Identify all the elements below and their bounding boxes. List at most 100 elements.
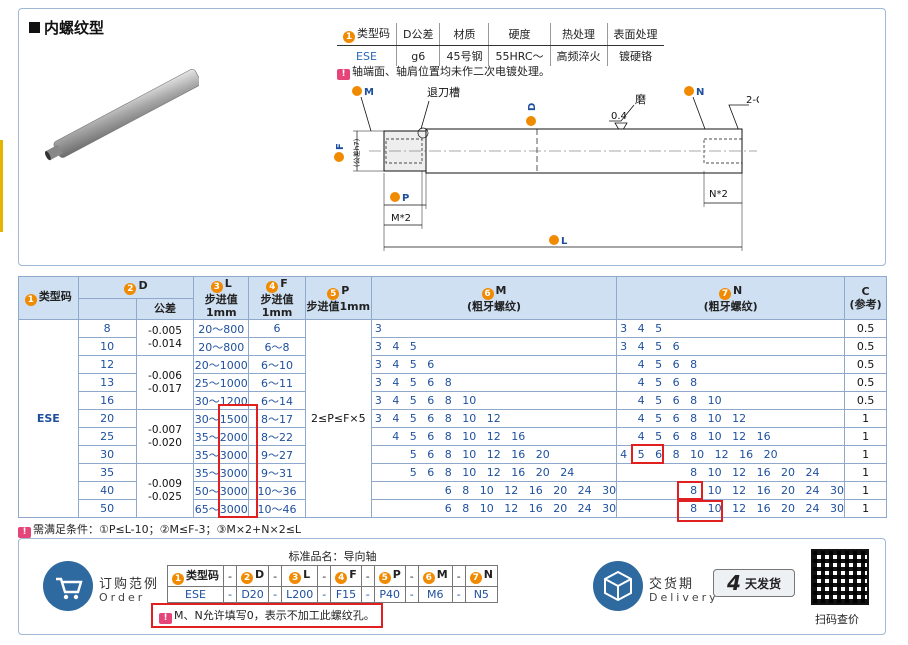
label-m2: M*2: [391, 213, 411, 224]
example-value: P40: [373, 586, 406, 603]
header-f: 4 F 步进值1mm: [248, 276, 306, 320]
table-row: 20 -0.007 -0.020 30～1500 8～17 3 4 5 6 8 10 12…: [19, 409, 887, 464]
cell-l: 20～800: [193, 319, 250, 338]
cell-c: 1: [844, 481, 887, 500]
tolerance-upper: -0.005: [148, 324, 182, 337]
cell-m: 5 6 8 10 12 16 20: [370, 445, 618, 464]
cell-c: 0.5: [844, 337, 887, 356]
cell-c: 1: [844, 427, 887, 446]
cell-d: 30: [77, 445, 137, 464]
spec-header-material: 材质: [439, 23, 489, 46]
cell-m: 3 4 5 6 8 10: [370, 391, 618, 410]
spec-table: 1 类型码 D公差 材质 硬度 热处理 表面处理 ESE g6 45号钢 55HR…: [337, 23, 664, 66]
cell-f: 6～11: [248, 373, 306, 392]
example-header: -: [360, 565, 375, 587]
cell-l: 35～2000: [193, 427, 250, 446]
example-header: 7N: [464, 565, 498, 587]
example-header: 5P: [373, 565, 406, 587]
cell-f: 6: [248, 319, 306, 338]
cell-p-rule: 2≤P≤F×5: [304, 319, 372, 518]
header-l: 3 L 步进值1mm: [193, 276, 250, 320]
header-p: 5 P 步进值1mm: [304, 276, 372, 320]
cell-f: 8～17: [248, 409, 306, 428]
label-f: F: [334, 143, 346, 162]
cell-f: 8～22: [248, 427, 306, 446]
order-section: 订购范例 Order 标准品名：导向轴 1 类型码 -2 D -3 L -4 F -5 P -6 M -…: [18, 538, 886, 635]
cell-c: 0.5: [844, 373, 887, 392]
svg-text:L: L: [561, 236, 568, 247]
cell-c: 0.5: [844, 319, 887, 338]
technical-drawing: M 退刀槽 D 0.4 磨 N 2-C F (公差h7) P: [334, 86, 759, 251]
cell-m: 6 8 10 12 16 20 24 30: [370, 481, 618, 500]
conditions-note: ! 需满足条件：①P≤L-10；②M≤F-3；③M×2+N×2≤L: [18, 521, 301, 538]
example-value: -: [360, 586, 375, 603]
label-f-note: (公差h7): [352, 138, 361, 167]
cell-f: 6～10: [248, 355, 306, 374]
example-value: -: [451, 586, 466, 603]
cell-n: 4 5 6 8 10 12 16: [616, 427, 846, 446]
delivery-label-en: Delivery: [649, 591, 719, 604]
example-header: 3L: [281, 565, 319, 587]
example-value: -: [268, 586, 283, 603]
example-value: ESE: [167, 586, 224, 603]
page-title: 内螺纹型: [29, 17, 104, 38]
cell-n: 4 5 6 8: [616, 373, 846, 392]
spec-header-type: 1 类型码: [337, 23, 397, 46]
label-chamfer: 2-C: [746, 95, 759, 106]
cell-n: 3 4 5 6: [616, 337, 846, 356]
cell-type-code: ESE: [18, 319, 79, 518]
spec-heat: 高频淬火: [549, 45, 608, 66]
spec-header-dtol: D公差: [395, 23, 440, 46]
cell-m: 3 4 5 6: [370, 355, 618, 374]
table-row: 35 -0.009 -0.025 35～3000 9～31 5 6 8 10 12 16…: [19, 463, 887, 518]
example-header: -: [451, 565, 466, 587]
svg-text:M: M: [364, 87, 374, 98]
plating-note: ! 轴端面、轴肩位置均未作二次电镀处理。: [337, 63, 550, 80]
cell-d: 35: [77, 463, 137, 482]
svg-text:F: F: [335, 143, 346, 150]
cell-d: 10: [77, 337, 137, 356]
cell-m: 5 6 8 10 12 16 20 24: [370, 463, 618, 482]
cell-n: 4 5 6 8 10 12 16 20: [616, 445, 846, 464]
cell-m: 6 8 10 12 16 20 24 30: [370, 499, 618, 518]
example-value: -: [317, 586, 332, 603]
cell-tolerance: -0.009 -0.025: [135, 463, 195, 518]
delivery-box-icon: [593, 561, 643, 611]
cell-f: 6～8: [248, 337, 306, 356]
qr-code-icon[interactable]: [811, 549, 869, 605]
example-header: -: [404, 565, 419, 587]
spec-surface: 镀硬铬: [606, 45, 664, 66]
cell-l: 30～1500: [193, 409, 250, 428]
cell-l: 20～1000: [193, 355, 250, 374]
label-n: N: [684, 86, 704, 98]
cell-d: 50: [77, 499, 137, 518]
cart-icon: [43, 561, 93, 611]
svg-text:N: N: [696, 87, 704, 98]
example-value: -: [223, 586, 237, 603]
tolerance-lower: -0.014: [148, 337, 182, 350]
cell-tolerance: -0.006 -0.017: [135, 355, 195, 410]
example-header: 4F: [330, 565, 362, 587]
cell-m: 3: [370, 319, 618, 338]
cell-d: 25: [77, 427, 137, 446]
delivery-label: 交货期: [649, 577, 695, 592]
header-type-code: 1 类型码: [18, 276, 79, 320]
cell-n: 8 10 12 16 20 24: [616, 463, 846, 482]
label-d: D: [526, 103, 538, 126]
cell-f: 9～31: [248, 463, 306, 482]
table-row: 12 -0.006 -0.017 20～1000 6～10 3 4 5 6 4 5 6 8…: [19, 355, 887, 410]
cell-c: 1: [844, 445, 887, 464]
spec-header-surface: 表面处理: [606, 23, 664, 46]
cell-m: 3 4 5: [370, 337, 618, 356]
label-p: P: [390, 192, 409, 204]
side-tab: [0, 140, 3, 232]
tolerance-lower: -0.025: [148, 490, 182, 503]
order-label-en: Order: [99, 591, 146, 604]
order-note: ! M、N允许填写0，表示不加工此螺纹孔。: [151, 603, 383, 628]
svg-text:D: D: [527, 103, 538, 111]
spec-header-hardness: 硬度: [488, 23, 551, 46]
warning-icon: !: [18, 527, 31, 538]
cell-n: 4 5 6 8: [616, 355, 846, 374]
order-example-title: 标准品名：导向轴: [167, 547, 498, 566]
qr-label: 扫码查价: [815, 613, 859, 626]
